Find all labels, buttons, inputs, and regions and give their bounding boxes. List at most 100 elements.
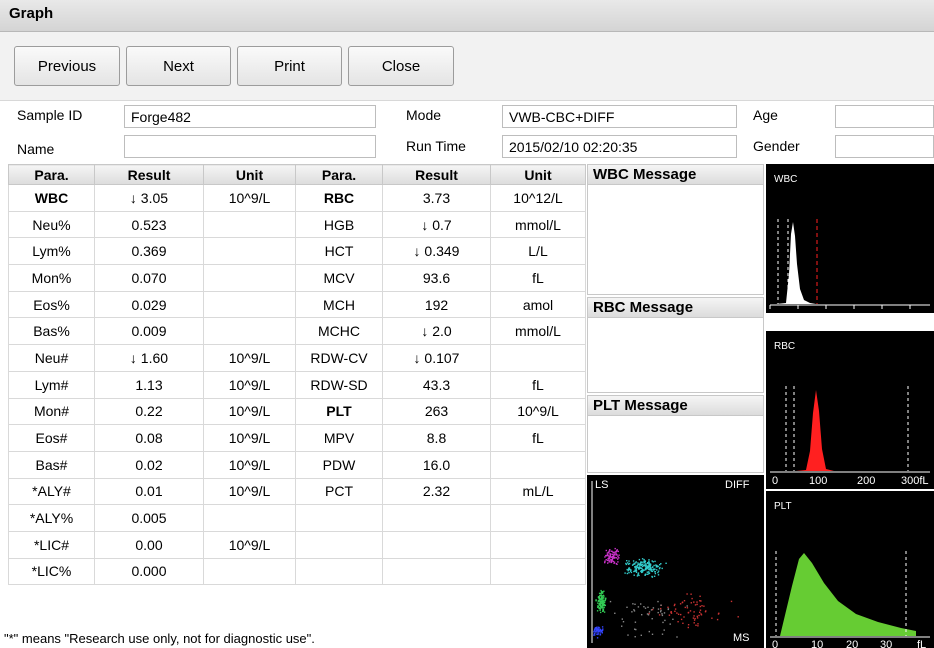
results-table: Para. Result Unit Para. Result Unit WBC … [8, 164, 586, 586]
scatter-point [657, 570, 660, 572]
age-field[interactable] [835, 105, 934, 128]
plt-distribution-curve [780, 553, 916, 636]
scatter-point [661, 614, 664, 617]
scatter-point [641, 562, 643, 564]
scatter-point [635, 571, 638, 573]
scatter-point [699, 611, 701, 613]
scatter-point [605, 559, 607, 561]
previous-button[interactable]: Previous [14, 46, 120, 86]
run-time-field[interactable]: 2015/02/10 02:20:35 [502, 135, 737, 158]
param-result: 263 [382, 397, 491, 426]
scatter-point [621, 625, 623, 627]
mode-field[interactable]: VWB-CBC+DIFF [502, 105, 737, 128]
scatter-point [616, 549, 618, 551]
scatter-point [634, 603, 636, 605]
scatter-point [637, 573, 639, 575]
scatter-point [610, 561, 612, 563]
scatter-point [644, 574, 646, 576]
scatter-point [660, 609, 662, 612]
param-name: *LIC# [8, 530, 95, 559]
scatter-point [598, 603, 600, 605]
param-name: PDW [295, 450, 383, 479]
scatter-point [611, 556, 613, 558]
scatter-point [622, 621, 625, 623]
plt-tick-label: 10 [811, 639, 824, 648]
param-name: MCHC [295, 317, 383, 346]
param-unit: 10^9/L [203, 424, 296, 452]
scatter-point [668, 614, 671, 616]
param-name: RBC [295, 184, 383, 212]
scatter-point [711, 617, 713, 619]
param-name: MCV [295, 264, 383, 292]
scatter-point [603, 611, 606, 613]
param-unit: 10^9/L [203, 344, 296, 372]
param-result: 0.000 [94, 557, 204, 586]
scatter-point [602, 608, 604, 610]
gender-field[interactable] [835, 135, 934, 158]
diff-scattergram: LS DIFF MS [587, 475, 764, 648]
scatter-point [661, 567, 663, 570]
run-time-label: Run Time [406, 138, 466, 154]
param-result: ↓ 1.60 [94, 344, 204, 372]
param-result: ↓ 0.7 [382, 210, 491, 239]
scatter-point [651, 618, 653, 620]
scatter-point [700, 613, 702, 615]
scatter-point [606, 559, 609, 562]
scatter-point [598, 627, 601, 629]
scatter-point [644, 561, 646, 564]
results-header-row: Para. Result Unit Para. Result Unit [8, 164, 586, 185]
rbc-tick-label: 100 [809, 475, 828, 487]
param-unit: 10^9/L [490, 397, 586, 426]
plt-message-panel: PLT Message [587, 395, 764, 473]
scatter-point [627, 570, 629, 572]
name-field[interactable] [124, 135, 376, 158]
param-name: Eos% [8, 290, 95, 319]
scatter-point [600, 629, 602, 631]
scatter-point [632, 560, 635, 562]
scatter-point [693, 611, 695, 613]
scatter-point [661, 613, 663, 615]
scatter-point [642, 563, 644, 566]
close-button[interactable]: Close [348, 46, 454, 86]
scatter-point [613, 555, 615, 557]
param-unit: mmol/L [490, 210, 586, 239]
print-button[interactable]: Print [237, 46, 342, 86]
scatter-point [599, 634, 601, 636]
scatter-point [680, 618, 683, 621]
wbc-histogram: WBC [766, 164, 934, 313]
scatter-point [625, 563, 628, 566]
param-unit [490, 504, 586, 532]
scatter-point [597, 633, 599, 635]
scatter-point [641, 568, 643, 570]
toolbar: Previous Next Print Close [0, 32, 934, 101]
param-unit [490, 450, 586, 479]
param-result: 93.6 [382, 264, 491, 292]
scatter-point [597, 630, 599, 632]
plt-message-header: PLT Message [588, 396, 763, 416]
scatter-point [648, 565, 650, 567]
scatter-point [662, 621, 664, 624]
scatter-point [657, 571, 659, 574]
scatter-point [641, 571, 644, 573]
scatter-point [633, 574, 635, 576]
scatter-point [652, 607, 655, 609]
plt-tick-label: fL [917, 639, 927, 648]
scatter-point [643, 565, 645, 567]
param-result [382, 557, 491, 586]
scatter-point [647, 571, 650, 573]
scatter-point [621, 618, 623, 620]
scatter-point [634, 621, 637, 623]
scatter-point [686, 605, 688, 607]
scatter-point [601, 626, 604, 628]
rbc-message-panel: RBC Message [587, 297, 764, 393]
param-name: Bas% [8, 317, 95, 346]
scatter-point [602, 609, 605, 612]
scatter-point [602, 601, 604, 604]
scatter-point [599, 592, 602, 595]
scatter-point [648, 560, 650, 563]
wbc-histogram-plot [769, 219, 930, 309]
scatter-point [696, 601, 698, 603]
sample-id-field[interactable]: Forge482 [124, 105, 376, 128]
header-unit: Unit [203, 164, 296, 185]
next-button[interactable]: Next [126, 46, 231, 86]
